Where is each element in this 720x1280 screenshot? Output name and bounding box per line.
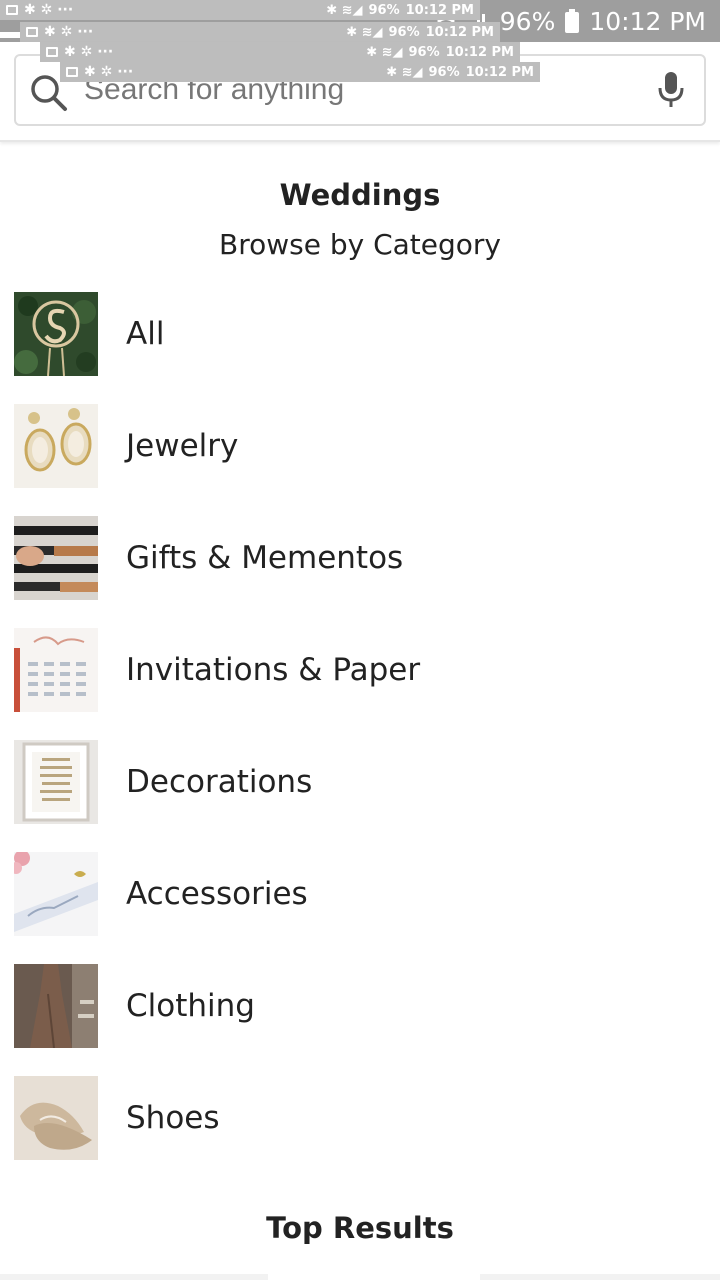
battery-icon [565,9,580,33]
image-icon [46,47,58,57]
settings-icon: ✱ ✲ ··· [84,64,134,80]
page-title: Weddings [279,178,441,212]
settings-icon: ✱ ✲ ··· [24,2,74,18]
ghost-time: 10:12 PM [405,2,474,18]
category-item-all[interactable]: All [14,292,706,404]
category-label: Decorations [126,764,313,800]
mic-icon[interactable] [656,70,686,115]
category-label: All [126,316,165,352]
category-label: Clothing [126,988,255,1024]
ghost-status-bar: ✱ ✲ ··· ✱ ≋◢ 96% 10:12 PM [20,22,500,42]
category-label: Accessories [126,876,308,912]
category-item-accessories[interactable]: Accessories [14,852,706,964]
ghost-status-bar: ✱ ✲ ··· ✱ ≋◢ 96% 10:12 PM [0,0,480,20]
ghost-battery: 96% [388,24,420,40]
ghost-icons: ✱ ≋◢ [346,24,383,40]
clock: 10:12 PM [589,6,706,36]
ghost-time: 10:12 PM [465,64,534,80]
top-results-title: Top Results [266,1211,454,1245]
ghost-status-bar: ✱ ✲ ··· ✱ ≋◢ 96% 10:12 PM [40,42,520,62]
category-item-decorations[interactable]: Decorations [14,740,706,852]
ghost-battery: 96% [408,44,440,60]
category-label: Invitations & Paper [126,652,421,688]
results-tab-indicator [268,1274,480,1280]
category-thumbnail-jewelry [14,404,98,488]
category-item-shoes[interactable]: Shoes [14,1076,706,1188]
ghost-battery: 96% [428,64,460,80]
battery-percent: 96% [499,6,556,36]
image-icon [6,5,18,15]
ghost-battery: 96% [368,2,400,18]
ghost-icons: ✱ ≋◢ [386,64,423,80]
image-icon [66,67,78,77]
category-label: Shoes [126,1100,220,1136]
settings-icon: ✱ ✲ ··· [44,24,94,40]
image-icon [26,27,38,37]
category-item-invitations-paper[interactable]: Invitations & Paper [14,628,706,740]
ghost-icons: ✱ ≋◢ [326,2,363,18]
category-list: All Jewelry Gifts & Mementos Invitations… [14,292,706,1188]
category-thumbnail-invitations-paper [14,628,98,712]
category-label: Jewelry [126,428,239,464]
category-thumbnail-clothing [14,964,98,1048]
ghost-time: 10:12 PM [425,24,494,40]
category-thumbnail-decorations [14,740,98,824]
ghost-status-bar: ✱ ✲ ··· ✱ ≋◢ 96% 10:12 PM [60,62,540,82]
category-item-clothing[interactable]: Clothing [14,964,706,1076]
ghost-divider [0,32,20,38]
category-item-gifts-mementos[interactable]: Gifts & Mementos [14,516,706,628]
category-thumbnail-shoes [14,1076,98,1160]
settings-icon: ✱ ✲ ··· [64,44,114,60]
category-item-jewelry[interactable]: Jewelry [14,404,706,516]
category-thumbnail-gifts-mementos [14,516,98,600]
page-subtitle: Browse by Category [219,228,501,261]
category-label: Gifts & Mementos [126,540,404,576]
category-thumbnail-accessories [14,852,98,936]
ghost-time: 10:12 PM [445,44,514,60]
category-thumbnail-all [14,292,98,376]
ghost-icons: ✱ ≋◢ [366,44,403,60]
